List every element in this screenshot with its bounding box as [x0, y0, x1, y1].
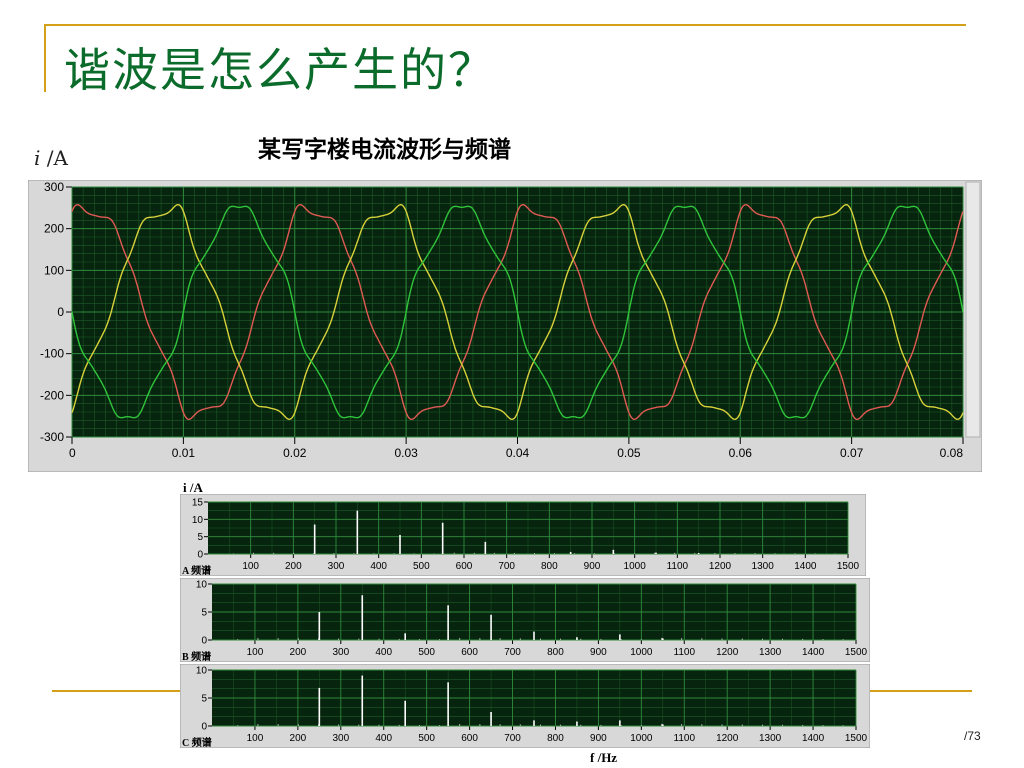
x-tick-label: 900 — [590, 647, 607, 658]
x-tick-label: 400 — [375, 647, 392, 658]
x-tick-label: 300 — [332, 647, 349, 658]
waveform-ylabel: i /A — [34, 146, 68, 170]
y-tick-label: 5 — [197, 532, 203, 543]
y-tick-label: 200 — [44, 222, 64, 236]
page-number: /73 — [964, 729, 981, 743]
x-tick-label: 200 — [290, 647, 307, 658]
x-tick-label: 400 — [375, 733, 392, 744]
x-tick-label: 0.08 — [940, 446, 964, 460]
y-tick-label: 5 — [201, 608, 207, 619]
x-tick-label: 900 — [590, 733, 607, 744]
x-tick-label: 800 — [541, 561, 558, 572]
x-tick-label: 0.07 — [840, 446, 864, 460]
title-rule-top — [44, 24, 966, 26]
x-tick-label: 0.06 — [729, 446, 753, 460]
x-tick-label: 1500 — [837, 561, 860, 572]
spectrum-b-chart: 100 200 300 400 500 600 700 800 900 1000 1100 1200 1… — [180, 578, 870, 662]
x-tick-label: 0.02 — [283, 446, 307, 460]
x-tick-label: 700 — [504, 647, 521, 658]
x-tick-label: 1100 — [674, 733, 696, 744]
spectrum-label: A 频谱 — [182, 564, 211, 576]
x-tick-label: 1100 — [667, 561, 689, 572]
spectrum-a-chart: 100 200 300 400 500 600 700 800 900 1000 1100 1200 1… — [180, 494, 866, 576]
x-tick-label: 800 — [547, 647, 564, 658]
spectrum-label: C 频谱 — [182, 736, 212, 748]
x-tick-label: 300 — [328, 561, 345, 572]
y-tick-label: 10 — [196, 666, 208, 677]
y-tick-label: 100 — [44, 263, 64, 277]
x-tick-label: 1500 — [845, 647, 868, 658]
x-tick-label: 1100 — [674, 647, 696, 658]
x-tick-label: 1000 — [630, 647, 653, 658]
x-tick-label: 700 — [504, 733, 521, 744]
x-tick-label: 0.05 — [617, 446, 641, 460]
x-tick-label: 0.03 — [394, 446, 418, 460]
x-tick-label: 1500 — [845, 733, 868, 744]
x-tick-label: 1300 — [752, 561, 775, 572]
spectrum-label: B 频谱 — [182, 650, 211, 662]
y-tick-label: 0 — [201, 636, 207, 647]
x-tick-label: 1400 — [802, 733, 825, 744]
x-tick-label: 0.04 — [506, 446, 530, 460]
y-tick-label: 0 — [201, 722, 207, 733]
x-tick-label: 1200 — [709, 561, 732, 572]
x-tick-label: 1400 — [794, 561, 817, 572]
x-tick-label: 1400 — [802, 647, 825, 658]
x-tick-label: 100 — [247, 733, 264, 744]
x-tick-label: 800 — [547, 733, 564, 744]
waveform-scrollbar[interactable] — [965, 181, 981, 438]
x-tick-label: 600 — [461, 733, 478, 744]
y-tick-label: 0 — [57, 305, 64, 319]
y-tick-label: 0 — [197, 550, 203, 561]
y-tick-label: 5 — [201, 694, 207, 705]
chart-subtitle: 某写字楼电流波形与频谱 — [258, 137, 511, 163]
x-tick-label: 1200 — [716, 733, 739, 744]
x-tick-label: 300 — [332, 733, 349, 744]
x-tick-label: 1000 — [630, 733, 653, 744]
x-tick-label: 700 — [498, 561, 515, 572]
x-tick-label: 400 — [370, 561, 387, 572]
spectrum-c-chart: 100 200 300 400 500 600 700 800 900 1000 1100 1200 1… — [180, 664, 870, 748]
x-tick-label: 600 — [461, 647, 478, 658]
y-tick-label: -300 — [40, 430, 64, 444]
title-rule-left — [44, 24, 46, 92]
x-tick-label: 0 — [69, 446, 76, 460]
y-tick-label: 15 — [192, 498, 204, 509]
x-tick-label: 500 — [418, 733, 435, 744]
waveform-chart: 300 200 100 0 -100 -200 -300 0 0.01 0.02 0.03 0.04… — [28, 180, 982, 472]
y-tick-label: -100 — [40, 347, 64, 361]
x-tick-label: 900 — [584, 561, 601, 572]
x-tick-label: 500 — [413, 561, 430, 572]
x-tick-label: 1000 — [624, 561, 647, 572]
x-tick-label: 1200 — [716, 647, 739, 658]
y-tick-label: -200 — [40, 388, 64, 402]
y-tick-label: 10 — [192, 515, 204, 526]
y-tick-label: 300 — [44, 180, 64, 194]
x-tick-label: 1300 — [759, 733, 782, 744]
spectrum-xlabel: f /Hz — [590, 750, 618, 765]
x-tick-label: 100 — [247, 647, 264, 658]
footer-rule-right — [866, 690, 972, 692]
x-tick-label: 200 — [290, 733, 307, 744]
x-tick-label: 100 — [242, 561, 259, 572]
y-tick-label: 10 — [196, 580, 208, 591]
slide-title: 谐波是怎么产生的？ — [64, 43, 496, 97]
x-tick-label: 1300 — [759, 647, 782, 658]
x-tick-label: 600 — [456, 561, 473, 572]
x-tick-label: 500 — [418, 647, 435, 658]
x-tick-label: 200 — [285, 561, 302, 572]
footer-rule-left — [52, 690, 182, 692]
x-tick-label: 0.01 — [172, 446, 196, 460]
